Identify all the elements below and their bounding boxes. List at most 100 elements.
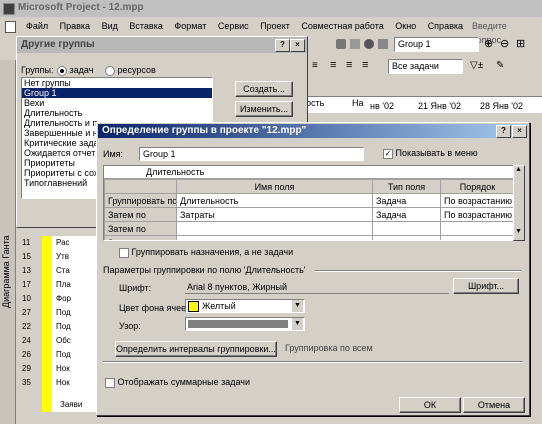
- indicator-column: [42, 236, 52, 412]
- align-left-icon[interactable]: ≡: [330, 59, 336, 71]
- fields-cell-field[interactable]: Затраты: [176, 207, 373, 222]
- scroll-down-icon[interactable]: ▼: [515, 228, 522, 235]
- group-assignments-label: Группировать назначения, а не задачи: [131, 247, 294, 257]
- cell-color-select[interactable]: Желтый ▼: [185, 299, 305, 313]
- task-name[interactable]: Рас: [56, 238, 70, 247]
- menu-project[interactable]: Проект: [260, 21, 290, 31]
- tool-icon-2[interactable]: [350, 39, 360, 49]
- radio-tasks[interactable]: задач: [57, 65, 93, 76]
- edit-row-field[interactable]: Длительность: [104, 166, 514, 179]
- group-list-item[interactable]: Вехи: [22, 98, 212, 108]
- fields-cell-order[interactable]: По возрастанию: [440, 207, 514, 222]
- menu-window[interactable]: Окно: [395, 21, 416, 31]
- chevron-down-icon[interactable]: ▼: [292, 300, 303, 312]
- fields-row[interactable]: Затем по: [104, 235, 514, 240]
- fields-cell-type[interactable]: [372, 221, 441, 236]
- group-list-item[interactable]: Group 1: [22, 88, 212, 98]
- tool-icon-3[interactable]: [364, 39, 374, 49]
- fields-cell-order[interactable]: [440, 221, 514, 236]
- wizard-icon[interactable]: ✎: [496, 60, 504, 71]
- dialog-help-button[interactable]: ?: [496, 125, 511, 138]
- task-id[interactable]: 10: [22, 294, 31, 303]
- task-name[interactable]: Под: [56, 350, 71, 359]
- fields-cell-type[interactable]: Задача: [372, 193, 441, 208]
- pattern-select[interactable]: ▼: [185, 317, 305, 331]
- task-name[interactable]: Нок: [56, 364, 70, 373]
- bullet-icon[interactable]: ≡: [312, 60, 318, 71]
- font-button[interactable]: Шрифт...: [453, 278, 519, 294]
- grid-scrollbar[interactable]: ▲ ▼: [513, 165, 525, 241]
- align-center-icon[interactable]: ≡: [346, 59, 352, 71]
- task-name[interactable]: Под: [56, 308, 71, 317]
- menu-file[interactable]: Файл: [26, 21, 48, 31]
- week-label: 28 Янв '02: [480, 101, 523, 111]
- ok-button[interactable]: ОК: [399, 397, 461, 413]
- show-summary-checkbox[interactable]: Отображать суммарные задачи: [105, 377, 250, 388]
- fields-cell-type[interactable]: [372, 235, 441, 240]
- task-id[interactable]: 22: [22, 322, 31, 331]
- menu-collaborate[interactable]: Совместная работа: [301, 21, 383, 31]
- group-list-item[interactable]: Нет группы: [22, 78, 212, 88]
- task-name[interactable]: Фор: [56, 294, 71, 303]
- task-name[interactable]: Нок: [56, 378, 70, 387]
- menu-view[interactable]: Вид: [102, 21, 118, 31]
- task-name[interactable]: Утв: [56, 252, 69, 261]
- task-id[interactable]: 26: [22, 350, 31, 359]
- menu-format[interactable]: Формат: [174, 21, 206, 31]
- task-name[interactable]: Под: [56, 322, 71, 331]
- tool-icon-1[interactable]: [336, 39, 346, 49]
- dialog-close-button[interactable]: ×: [512, 125, 527, 138]
- task-id[interactable]: 29: [22, 364, 31, 373]
- help-button[interactable]: ?: [275, 39, 290, 52]
- create-group-button[interactable]: Создать...: [235, 81, 293, 97]
- task-id[interactable]: 27: [22, 308, 31, 317]
- tool-icon-4[interactable]: [378, 39, 388, 49]
- task-id[interactable]: 15: [22, 252, 31, 261]
- font-value: Arial 8 пунктов, Жирный: [187, 282, 288, 292]
- menu-insert[interactable]: Вставка: [129, 21, 162, 31]
- view-bar-label[interactable]: Диаграмма Ганта: [1, 212, 13, 332]
- task-id[interactable]: 24: [22, 336, 31, 345]
- task-id[interactable]: 35: [22, 378, 31, 387]
- menu-help[interactable]: Справка: [428, 21, 463, 31]
- radio-resources[interactable]: ресурсов: [105, 65, 156, 76]
- task-id[interactable]: 13: [22, 266, 31, 275]
- fields-cell-label: Затем по: [104, 221, 177, 236]
- name-input[interactable]: Group 1: [139, 147, 364, 161]
- task-id[interactable]: 17: [22, 280, 31, 289]
- cancel-button[interactable]: Отмена: [463, 397, 525, 413]
- chevron-down-icon[interactable]: ▼: [292, 318, 303, 330]
- group-select[interactable]: Group 1: [394, 37, 479, 52]
- week-label: нв '02: [370, 101, 394, 111]
- align-right-icon[interactable]: ≡: [362, 59, 368, 71]
- fields-cell-order[interactable]: [440, 235, 514, 240]
- fields-row[interactable]: Затем по: [104, 221, 514, 236]
- fields-cell-field[interactable]: [176, 235, 373, 240]
- fields-cell-order[interactable]: По возрастанию: [440, 193, 514, 208]
- fields-cell-type[interactable]: Задача: [372, 207, 441, 222]
- fields-row[interactable]: Затем по Затраты Задача По возрастанию: [104, 207, 514, 222]
- fields-row[interactable]: Группировать по Длительность Задача По возр…: [104, 193, 514, 208]
- show-in-menu-label: Показывать в меню: [395, 148, 478, 158]
- group-assignments-checkbox[interactable]: Группировать назначения, а не задачи: [119, 247, 293, 258]
- task-name[interactable]: Обс: [56, 336, 71, 345]
- close-button[interactable]: ×: [290, 39, 305, 52]
- menu-tools[interactable]: Сервис: [218, 21, 249, 31]
- show-in-menu-checkbox[interactable]: ✓ Показывать в меню: [383, 148, 478, 159]
- fields-cell-field[interactable]: [176, 221, 373, 236]
- autofilter-icon[interactable]: ▽±: [470, 60, 483, 71]
- menu-edit[interactable]: Правка: [60, 21, 90, 31]
- task-id[interactable]: 11: [22, 238, 30, 247]
- scroll-up-icon[interactable]: ▲: [515, 166, 522, 173]
- task-name[interactable]: Пла: [56, 280, 71, 289]
- define-intervals-button[interactable]: Определить интервалы группировки...: [115, 341, 277, 357]
- filter-select[interactable]: Все задачи: [388, 59, 463, 74]
- goto-task-icon[interactable]: ⊞: [516, 37, 525, 50]
- zoom-out-icon[interactable]: ⊖: [500, 37, 509, 50]
- edit-group-button[interactable]: Изменить...: [235, 101, 293, 117]
- group-list-item[interactable]: Длительность: [22, 108, 212, 118]
- zoom-in-icon[interactable]: ⊕: [484, 37, 493, 50]
- column-duration-label: ость: [306, 98, 325, 108]
- task-name[interactable]: Ста: [56, 266, 70, 275]
- fields-cell-field[interactable]: Длительность: [176, 193, 373, 208]
